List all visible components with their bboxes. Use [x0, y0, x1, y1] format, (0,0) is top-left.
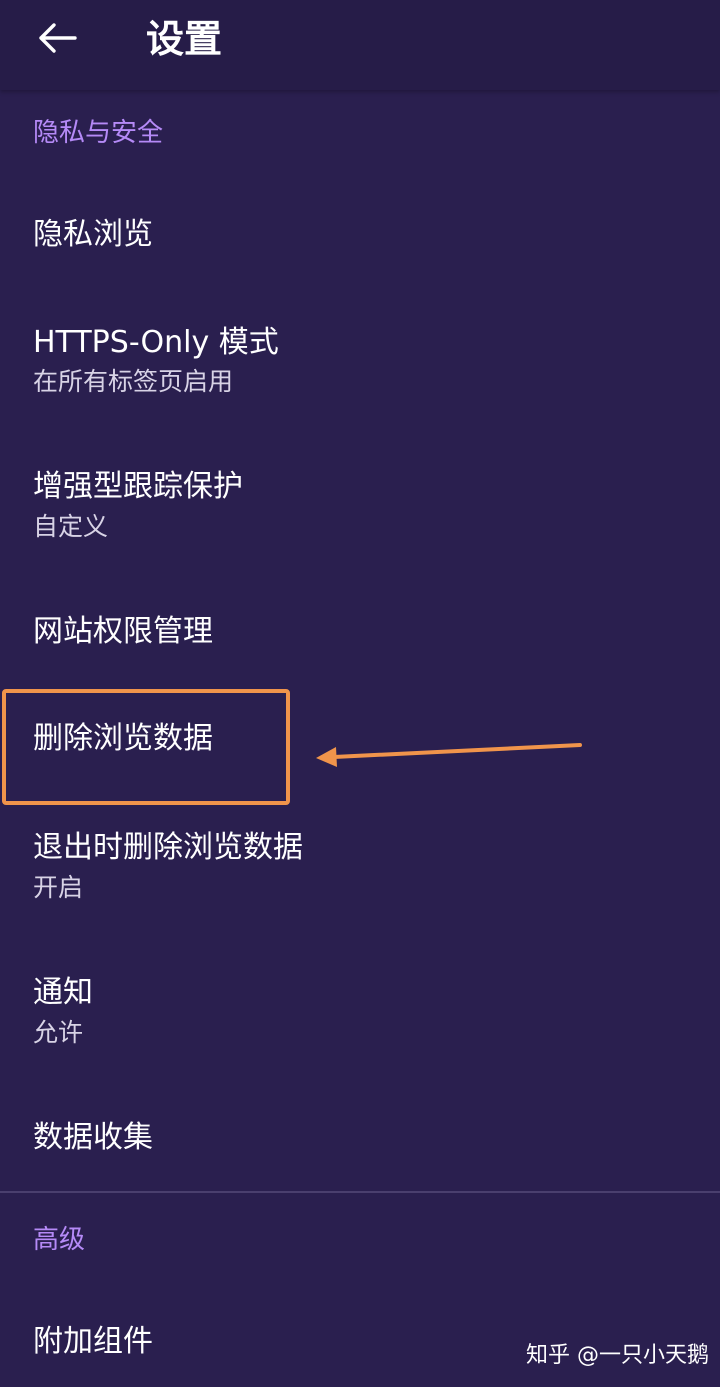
setting-subtitle: 在所有标签页启用	[33, 367, 234, 396]
section-header-advanced: 高级	[33, 1225, 86, 1255]
watermark: 知乎 @一只小天鹅	[526, 1343, 709, 1368]
setting-title: 增强型跟踪保护	[33, 469, 243, 504]
setting-title: 隐私浏览	[33, 217, 153, 252]
section-divider	[0, 1191, 720, 1193]
setting-title: 网站权限管理	[33, 614, 213, 649]
back-button[interactable]	[22, 10, 92, 66]
setting-subtitle: 自定义	[33, 512, 109, 541]
page-title: 设置	[146, 17, 223, 61]
top-app-bar: 设置	[0, 0, 720, 90]
setting-notifications[interactable]: 通知 允许	[0, 955, 720, 1065]
setting-title: HTTPS-Only 模式	[33, 325, 279, 360]
setting-title: 退出时删除浏览数据	[33, 830, 303, 865]
setting-private-browsing[interactable]: 隐私浏览	[0, 195, 720, 279]
setting-tracking-protection[interactable]: 增强型跟踪保护 自定义	[0, 450, 720, 560]
setting-subtitle: 允许	[33, 1018, 84, 1047]
arrow-left-icon	[39, 23, 77, 53]
setting-data-collection[interactable]: 数据收集	[0, 1098, 720, 1182]
settings-screen: 设置 隐私与安全 隐私浏览 HTTPS-Only 模式 在所有标签页启用 增强型…	[0, 0, 720, 1387]
setting-subtitle: 开启	[33, 873, 84, 902]
setting-title: 通知	[33, 975, 93, 1010]
setting-delete-on-quit[interactable]: 退出时删除浏览数据 开启	[0, 810, 720, 920]
setting-title: 数据收集	[33, 1120, 153, 1155]
annotation-highlight-box	[2, 689, 290, 805]
setting-title: 附加组件	[33, 1324, 153, 1359]
setting-https-only[interactable]: HTTPS-Only 模式 在所有标签页启用	[0, 305, 720, 415]
setting-site-permissions[interactable]: 网站权限管理	[0, 590, 720, 674]
section-header-privacy: 隐私与安全	[33, 118, 164, 148]
